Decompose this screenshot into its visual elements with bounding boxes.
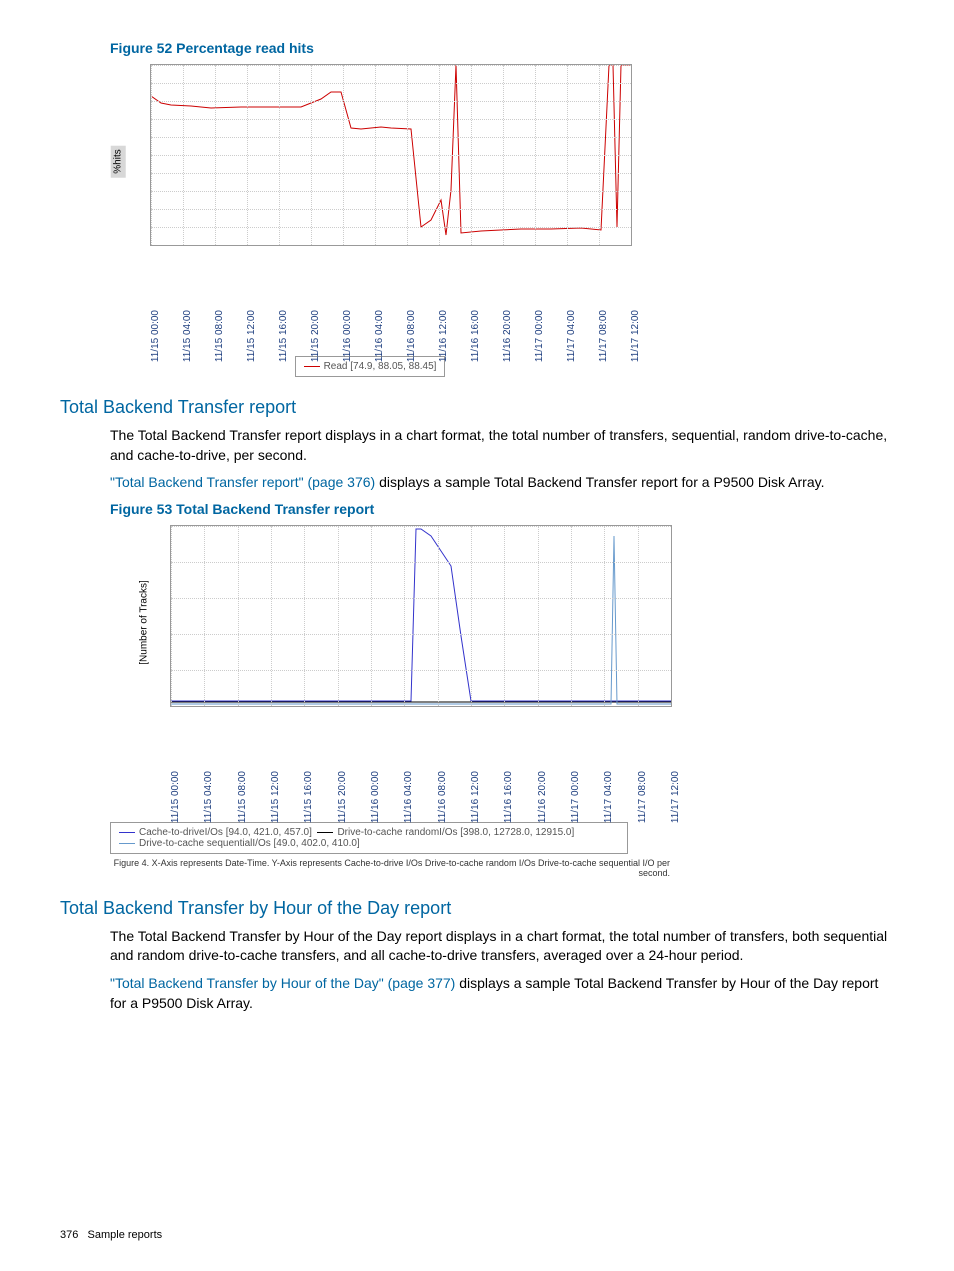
legend-read: Read [74.9, 88.05, 88.45] xyxy=(324,361,437,372)
section-heading-by-hour: Total Backend Transfer by Hour of the Da… xyxy=(60,898,894,919)
legend-drive-to-cache-seq: Drive-to-cache sequentialI/Os [49.0, 402… xyxy=(139,838,360,849)
x-tick: 11/16 20:00 xyxy=(537,771,548,823)
footer-title: Sample reports xyxy=(88,1229,163,1241)
x-tick: 11/15 08:00 xyxy=(237,771,248,823)
x-tick: 11/16 08:00 xyxy=(406,310,417,362)
x-tick: 11/15 12:00 xyxy=(270,771,281,823)
x-tick: 11/17 04:00 xyxy=(566,310,577,362)
x-tick: 11/16 04:00 xyxy=(374,310,385,362)
body-text: The Total Backend Transfer report displa… xyxy=(60,426,894,465)
x-tick: 11/16 12:00 xyxy=(438,310,449,362)
legend-drive-to-cache-random: Drive-to-cache randomI/Os [398.0, 12728.… xyxy=(337,827,574,838)
x-tick: 11/16 20:00 xyxy=(502,310,513,362)
link-by-hour[interactable]: "Total Backend Transfer by Hour of the D… xyxy=(110,975,455,991)
x-tick: 11/15 04:00 xyxy=(182,310,193,362)
page-footer: 376 Sample reports xyxy=(60,1229,162,1241)
x-tick: 11/15 00:00 xyxy=(150,310,161,362)
x-tick: 11/16 00:00 xyxy=(370,771,381,823)
body-text: The Total Backend Transfer by Hour of th… xyxy=(60,927,894,966)
figure-52-caption: Figure 52 Percentage read hits xyxy=(60,40,894,56)
figure-52-chart: %hits 0102030405060708090100 11/15 00:00… xyxy=(110,64,630,377)
x-tick: 11/17 08:00 xyxy=(637,771,648,823)
x-tick: 11/16 16:00 xyxy=(470,310,481,362)
x-tick: 11/17 12:00 xyxy=(630,310,641,362)
x-tick: 11/17 12:00 xyxy=(670,771,681,823)
x-tick: 11/15 04:00 xyxy=(203,771,214,823)
chart-footnote: Figure 4. X-Axis represents Date-Time. Y… xyxy=(110,858,670,878)
x-tick: 11/15 00:00 xyxy=(170,771,181,823)
link-total-backend[interactable]: "Total Backend Transfer report" (page 37… xyxy=(110,474,375,490)
page-number: 376 xyxy=(60,1229,78,1241)
x-tick: 11/15 20:00 xyxy=(337,771,348,823)
y-axis-label: %hits xyxy=(111,145,126,177)
x-tick: 11/16 12:00 xyxy=(470,771,481,823)
section-heading-total-backend: Total Backend Transfer report xyxy=(60,397,894,418)
x-tick: 11/15 20:00 xyxy=(310,310,321,362)
x-tick: 11/15 16:00 xyxy=(303,771,314,823)
x-tick: 11/17 04:00 xyxy=(603,771,614,823)
x-tick: 11/15 08:00 xyxy=(214,310,225,362)
x-tick: 11/17 08:00 xyxy=(598,310,609,362)
legend-cache-to-drive: Cache-to-driveI/Os [94.0, 421.0, 457.0] xyxy=(139,827,312,838)
x-tick: 11/16 04:00 xyxy=(403,771,414,823)
body-text-inline: displays a sample Total Backend Transfer… xyxy=(375,474,824,490)
x-tick: 11/16 16:00 xyxy=(503,771,514,823)
body-text: "Total Backend Transfer report" (page 37… xyxy=(60,473,894,493)
x-tick: 11/15 12:00 xyxy=(246,310,257,362)
chart-legend: Cache-to-driveI/Os [94.0, 421.0, 457.0] … xyxy=(110,822,628,854)
body-text: "Total Backend Transfer by Hour of the D… xyxy=(60,974,894,1013)
x-tick: 11/15 16:00 xyxy=(278,310,289,362)
x-tick: 11/17 00:00 xyxy=(570,771,581,823)
chart-lines xyxy=(171,526,671,706)
x-tick: 11/16 08:00 xyxy=(437,771,448,823)
x-tick: 11/16 00:00 xyxy=(342,310,353,362)
figure-53-chart: [Number of Tracks] 02,5005,0007,50010,00… xyxy=(110,525,690,878)
x-tick: 11/17 00:00 xyxy=(534,310,545,362)
y-axis-label: [Number of Tracks] xyxy=(137,568,152,676)
figure-53-caption: Figure 53 Total Backend Transfer report xyxy=(60,501,894,517)
